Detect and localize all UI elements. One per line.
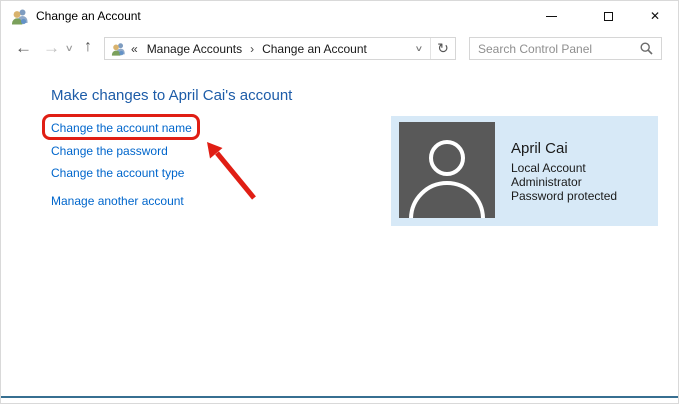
account-name: April Cai xyxy=(511,140,568,157)
change-password-link[interactable]: Change the password xyxy=(51,144,168,158)
address-bar[interactable]: « Manage Accounts › Change an Account ∨ … xyxy=(104,37,456,60)
breadcrumb-item-change-an-account[interactable]: Change an Account xyxy=(260,42,369,56)
close-icon: ✕ xyxy=(649,9,661,23)
back-button[interactable]: ← xyxy=(15,39,32,56)
maximize-button[interactable] xyxy=(585,1,631,31)
page-title: Make changes to April Cai's account xyxy=(51,87,293,104)
history-dropdown-icon[interactable]: ∨ xyxy=(65,44,74,53)
search-box[interactable] xyxy=(469,37,662,60)
user-accounts-icon xyxy=(11,8,29,25)
account-type-label: Local Account xyxy=(511,161,586,175)
search-input[interactable] xyxy=(470,41,636,56)
breadcrumb-item-manage-accounts[interactable]: Manage Accounts xyxy=(145,42,244,56)
maximize-icon xyxy=(603,11,613,21)
change-account-window: Change an Account ✕ ← → ∨ ↑ « Manage Acc… xyxy=(0,0,679,404)
window-bottom-border xyxy=(1,396,678,398)
close-button[interactable]: ✕ xyxy=(632,1,678,31)
user-accounts-small-icon xyxy=(111,42,126,56)
forward-button[interactable]: → xyxy=(43,39,60,56)
titlebar: Change an Account ✕ xyxy=(1,1,678,31)
address-dropdown-icon[interactable]: ∨ xyxy=(403,44,436,53)
window-title: Change an Account xyxy=(36,9,141,23)
search-icon[interactable] xyxy=(640,42,653,55)
manage-another-account-link[interactable]: Manage another account xyxy=(51,194,184,208)
minimize-icon xyxy=(545,15,557,17)
account-tile: April Cai Local Account Administrator Pa… xyxy=(391,116,658,226)
change-account-name-link[interactable]: Change the account name xyxy=(51,121,192,135)
minimize-button[interactable] xyxy=(528,1,574,31)
change-account-type-link[interactable]: Change the account type xyxy=(51,166,184,180)
account-protection-label: Password protected xyxy=(511,189,618,203)
up-button[interactable]: ↑ xyxy=(84,39,92,55)
breadcrumb-overflow-icon[interactable]: « xyxy=(131,42,138,56)
account-role-label: Administrator xyxy=(511,175,582,189)
breadcrumb-separator-icon[interactable]: › xyxy=(244,42,260,56)
avatar xyxy=(399,122,495,220)
